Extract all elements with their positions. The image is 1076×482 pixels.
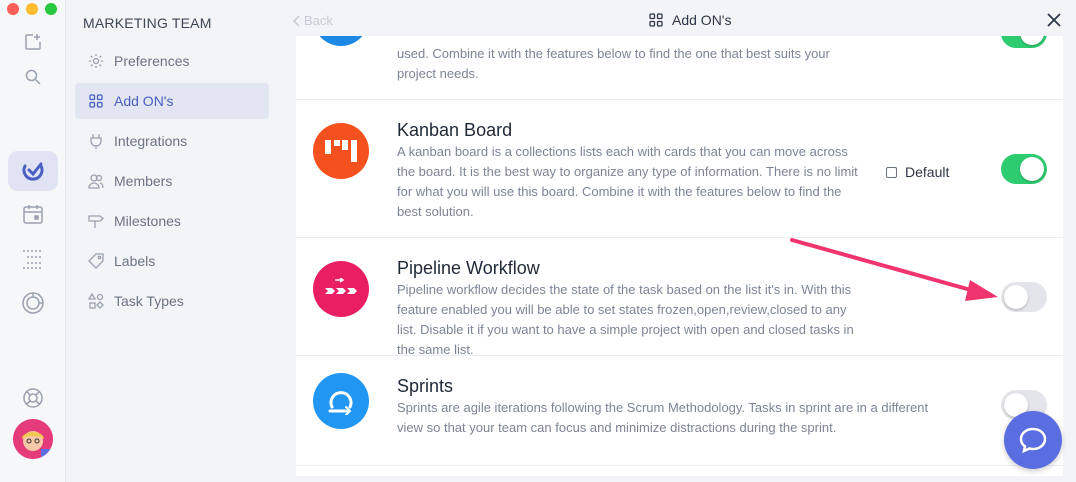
user-avatar[interactable]	[13, 419, 53, 459]
nav-label: Labels	[114, 253, 156, 269]
list-icon[interactable]	[17, 243, 49, 275]
checkbox-box[interactable]	[886, 166, 897, 178]
nav-item-milestones[interactable]: Milestones	[75, 203, 269, 239]
addon-title: Sprints	[397, 376, 454, 396]
addon-row: used. Combine it with the features below…	[296, 36, 1063, 100]
new-task-icon[interactable]	[17, 26, 49, 58]
addon-row-sprints: Sprints Sprints are agile iterations fol…	[296, 356, 1063, 466]
settings-nav: MARKETING TEAM Preferences Add ON's Inte…	[66, 0, 276, 482]
addon-toggle[interactable]	[1001, 36, 1047, 48]
reports-icon[interactable]	[17, 287, 49, 319]
nav-label: Add ON's	[114, 93, 174, 109]
window-controls	[7, 3, 57, 15]
nav-label: Integrations	[114, 133, 188, 149]
signpost-icon	[88, 215, 104, 228]
gear-icon	[89, 54, 103, 68]
zoom-window-button[interactable]	[45, 3, 57, 15]
nav-item-integrations[interactable]: Integrations	[75, 123, 269, 159]
members-icon	[88, 174, 104, 189]
default-label: Default	[905, 164, 950, 180]
plug-icon	[90, 134, 102, 149]
sprints-icon	[313, 373, 369, 429]
minimize-window-button[interactable]	[26, 3, 38, 15]
addon-title: Pipeline Workflow	[397, 258, 540, 278]
team-name: MARKETING TEAM	[83, 15, 212, 31]
nav-label: Preferences	[114, 53, 190, 69]
addon-description: used. Combine it with the features below…	[397, 46, 830, 81]
shapes-icon	[88, 293, 104, 309]
close-window-button[interactable]	[7, 3, 19, 15]
app-logo-icon[interactable]	[8, 151, 58, 191]
page-title: Add ON's	[648, 12, 731, 28]
addon-row-pipeline: Pipeline Workflow Pipeline workflow deci…	[296, 238, 1063, 357]
search-icon[interactable]	[17, 61, 49, 93]
nav-label: Milestones	[114, 213, 181, 229]
page-title-text: Add ON's	[672, 12, 732, 28]
addon-icon	[313, 36, 369, 46]
grid-icon	[89, 94, 103, 108]
chat-bubble-icon	[1019, 427, 1047, 453]
addon-description: Sprints are agile iterations following t…	[397, 400, 929, 435]
back-button[interactable]: Back	[292, 13, 333, 28]
nav-item-add-ons[interactable]: Add ON's	[75, 83, 269, 119]
grid-icon	[649, 13, 663, 27]
nav-label: Members	[114, 173, 173, 189]
addon-title: Kanban Board	[397, 120, 513, 140]
app-rail	[0, 0, 66, 482]
addons-list: used. Combine it with the features below…	[296, 36, 1063, 476]
addon-row-kanban: Kanban Board A kanban board is a collect…	[296, 100, 1063, 238]
addon-description: A kanban board is a collections lists ea…	[397, 144, 858, 219]
nav-label: Task Types	[114, 293, 184, 309]
kanban-icon	[313, 123, 369, 179]
kanban-toggle[interactable]	[1001, 154, 1047, 184]
nav-item-members[interactable]: Members	[75, 163, 269, 199]
scrollbar[interactable]	[1063, 36, 1076, 476]
tag-icon	[88, 253, 104, 269]
close-icon	[1047, 13, 1061, 27]
pipeline-icon	[313, 261, 369, 317]
chevron-left-icon	[292, 14, 300, 27]
chat-button[interactable]	[1004, 411, 1062, 469]
default-checkbox[interactable]: Default	[886, 164, 949, 180]
calendar-icon[interactable]	[17, 198, 49, 230]
nav-item-labels[interactable]: Labels	[75, 243, 269, 279]
nav-item-preferences[interactable]: Preferences	[75, 43, 269, 79]
back-label: Back	[304, 13, 333, 28]
help-icon[interactable]	[17, 382, 49, 414]
close-button[interactable]	[1046, 12, 1062, 33]
pipeline-toggle[interactable]	[1001, 282, 1047, 312]
addon-description: Pipeline workflow decides the state of t…	[397, 282, 854, 357]
nav-item-task-types[interactable]: Task Types	[75, 283, 269, 319]
